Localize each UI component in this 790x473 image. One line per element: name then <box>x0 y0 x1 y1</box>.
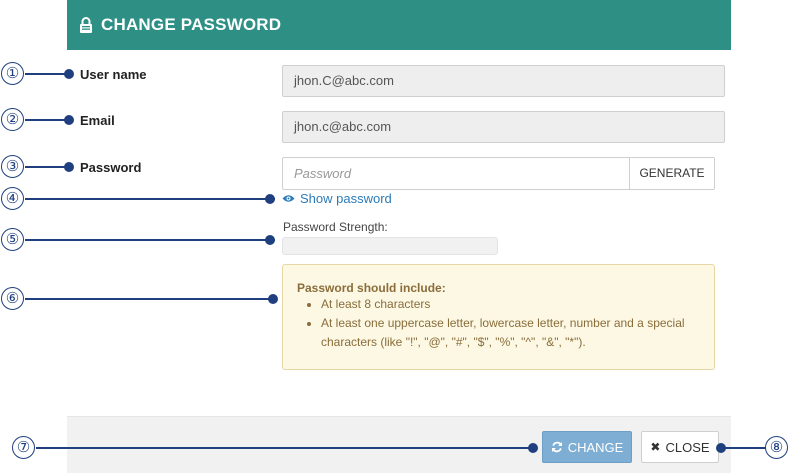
change-button[interactable]: CHANGE <box>542 431 632 463</box>
callout-dot <box>528 443 538 453</box>
dialog-header: CHANGE PASSWORD <box>67 0 731 50</box>
callout-line <box>25 298 275 300</box>
username-label: User name <box>80 67 147 82</box>
close-icon: ✖ <box>650 440 661 454</box>
change-button-label: CHANGE <box>567 439 624 455</box>
requirement-item: At least 8 characters <box>321 295 711 314</box>
password-group: GENERATE <box>282 157 715 190</box>
callout-number: ⑦ <box>12 436 35 459</box>
callout-line <box>25 198 275 200</box>
requirements-heading: Password should include: <box>297 281 446 295</box>
password-label: Password <box>80 160 142 175</box>
eye-icon <box>282 195 295 202</box>
callout-number: ③ <box>1 155 24 178</box>
show-password-label: Show password <box>300 191 392 206</box>
strength-label: Password Strength: <box>283 220 388 234</box>
callout-line <box>36 447 532 449</box>
show-password-toggle[interactable]: Show password <box>282 191 392 206</box>
callout-dot <box>64 69 74 79</box>
callout-number: ⑤ <box>1 228 24 251</box>
callout-dot <box>64 162 74 172</box>
lock-icon <box>80 17 92 33</box>
requirement-item: At least one uppercase letter, lowercase… <box>321 314 711 352</box>
callout-dot <box>265 194 275 204</box>
refresh-icon <box>551 441 562 453</box>
username-field: jhon.C@abc.com <box>282 65 725 97</box>
callout-dot <box>265 235 275 245</box>
callout-dot <box>716 443 726 453</box>
callout-number: ⑧ <box>765 436 788 459</box>
callout-line <box>25 239 275 241</box>
callout-number: ② <box>1 108 24 131</box>
requirements-list: At least 8 characters At least one upper… <box>301 295 711 352</box>
callout-dot <box>64 115 74 125</box>
email-label: Email <box>80 113 115 128</box>
callout-dot <box>268 294 278 304</box>
dialog-title: CHANGE PASSWORD <box>101 15 282 34</box>
password-input[interactable] <box>283 158 628 189</box>
callout-number: ⑥ <box>1 287 24 310</box>
password-strength-bar <box>282 237 498 255</box>
email-field: jhon.c@abc.com <box>282 111 725 143</box>
close-button[interactable]: ✖ CLOSE <box>641 431 719 463</box>
callout-number: ④ <box>1 187 24 210</box>
callout-number: ① <box>1 62 24 85</box>
callout-line <box>719 447 767 449</box>
generate-button[interactable]: GENERATE <box>629 158 714 189</box>
close-button-label: CLOSE <box>665 439 710 455</box>
password-requirements: Password should include: At least 8 char… <box>282 264 715 370</box>
